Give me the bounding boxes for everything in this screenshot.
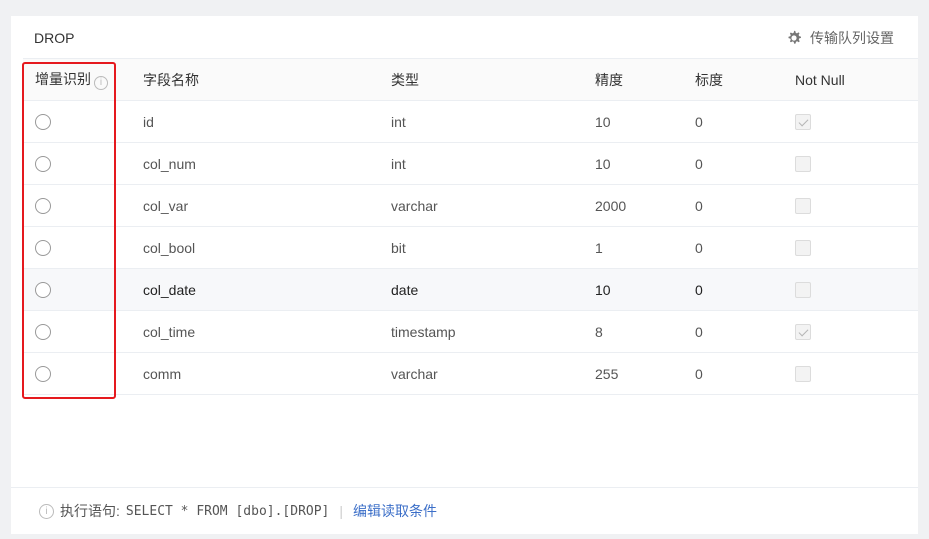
not-null-cell: [795, 352, 918, 395]
field-name-cell: col_bool: [131, 226, 391, 269]
table-row: col_bool bit 1 0: [23, 226, 918, 269]
info-icon: i: [39, 503, 54, 519]
incremental-radio[interactable]: [35, 366, 51, 383]
column-header-not-null: Not Null: [795, 58, 918, 101]
precision-cell: 2000: [595, 184, 695, 227]
not-null-cell: [795, 184, 918, 227]
type-cell: int: [391, 100, 595, 143]
field-name-cell: col_var: [131, 184, 391, 227]
not-null-checkbox: [795, 366, 811, 383]
type-cell: date: [391, 268, 595, 311]
queue-settings-button[interactable]: 传输队列设置: [786, 28, 894, 48]
type-cell: int: [391, 142, 595, 185]
table-row: col_num int 10 0: [23, 142, 918, 185]
type-cell: timestamp: [391, 310, 595, 353]
column-header-type: 类型: [391, 58, 595, 101]
field-name-cell: col_date: [131, 268, 391, 311]
field-name-cell: id: [131, 100, 391, 143]
table-row: comm varchar 255 0: [23, 352, 918, 395]
incremental-cell: [23, 226, 131, 269]
not-null-cell: [795, 310, 918, 353]
sql-statement: SELECT * FROM [dbo].[DROP]: [125, 503, 330, 519]
not-null-cell: [795, 268, 918, 311]
not-null-checkbox: [795, 198, 811, 215]
precision-cell: 255: [595, 352, 695, 395]
incremental-cell: [23, 352, 131, 395]
precision-cell: 10: [595, 142, 695, 185]
queue-settings-label: 传输队列设置: [810, 30, 894, 46]
table-name-title: DROP: [34, 30, 75, 46]
not-null-checkbox: [795, 114, 811, 131]
scale-cell: 0: [695, 142, 795, 185]
column-header-incremental: 增量识别 i: [23, 58, 131, 101]
scale-cell: 0: [695, 310, 795, 353]
type-cell: varchar: [391, 352, 595, 395]
edit-read-condition-link[interactable]: 编辑读取条件: [353, 501, 437, 521]
sql-label: 执行语句:: [60, 503, 120, 519]
incremental-cell: [23, 268, 131, 311]
not-null-cell: [795, 226, 918, 269]
column-header-precision: 精度: [595, 58, 695, 101]
card-header: DROP 传输队列设置: [11, 16, 918, 58]
type-cell: bit: [391, 226, 595, 269]
table-row: col_var varchar 2000 0: [23, 184, 918, 227]
table-card: DROP 传输队列设置 增量识别 i 字段名称 类型 精度 标度 Not Null…: [11, 16, 918, 534]
footer-bar: i 执行语句: SELECT * FROM [dbo].[DROP] | 编辑读…: [11, 487, 918, 534]
incremental-radio[interactable]: [35, 240, 51, 257]
incremental-cell: [23, 100, 131, 143]
info-icon[interactable]: i: [94, 76, 108, 90]
incremental-radio[interactable]: [35, 114, 51, 131]
not-null-cell: [795, 142, 918, 185]
precision-cell: 10: [595, 100, 695, 143]
not-null-checkbox: [795, 324, 811, 341]
incremental-cell: [23, 184, 131, 227]
not-null-checkbox: [795, 240, 811, 257]
gear-icon: [788, 30, 801, 44]
scale-cell: 0: [695, 226, 795, 269]
scale-cell: 0: [695, 100, 795, 143]
precision-cell: 10: [595, 268, 695, 311]
not-null-checkbox: [795, 282, 811, 299]
incremental-radio[interactable]: [35, 156, 51, 173]
field-name-cell: comm: [131, 352, 391, 395]
incremental-cell: [23, 142, 131, 185]
scale-cell: 0: [695, 184, 795, 227]
scale-cell: 0: [695, 352, 795, 395]
not-null-checkbox: [795, 156, 811, 173]
type-cell: varchar: [391, 184, 595, 227]
table-row: id int 10 0: [23, 100, 918, 143]
not-null-cell: [795, 100, 918, 143]
table-header-row: 增量识别 i 字段名称 类型 精度 标度 Not Null: [23, 58, 918, 101]
column-header-field-name: 字段名称: [131, 58, 391, 101]
table-row: col_time timestamp 8 0: [23, 310, 918, 353]
table-row: col_date date 10 0: [23, 268, 918, 311]
precision-cell: 8: [595, 310, 695, 353]
incremental-radio[interactable]: [35, 198, 51, 215]
separator: |: [339, 503, 344, 519]
field-table: 增量识别 i 字段名称 类型 精度 标度 Not Null id int 10 0 col…: [23, 58, 918, 395]
field-name-cell: col_time: [131, 310, 391, 353]
field-name-cell: col_num: [131, 142, 391, 185]
incremental-radio[interactable]: [35, 282, 51, 299]
incremental-cell: [23, 310, 131, 353]
column-header-scale: 标度: [695, 58, 795, 101]
scale-cell: 0: [695, 268, 795, 311]
incremental-radio[interactable]: [35, 324, 51, 341]
precision-cell: 1: [595, 226, 695, 269]
